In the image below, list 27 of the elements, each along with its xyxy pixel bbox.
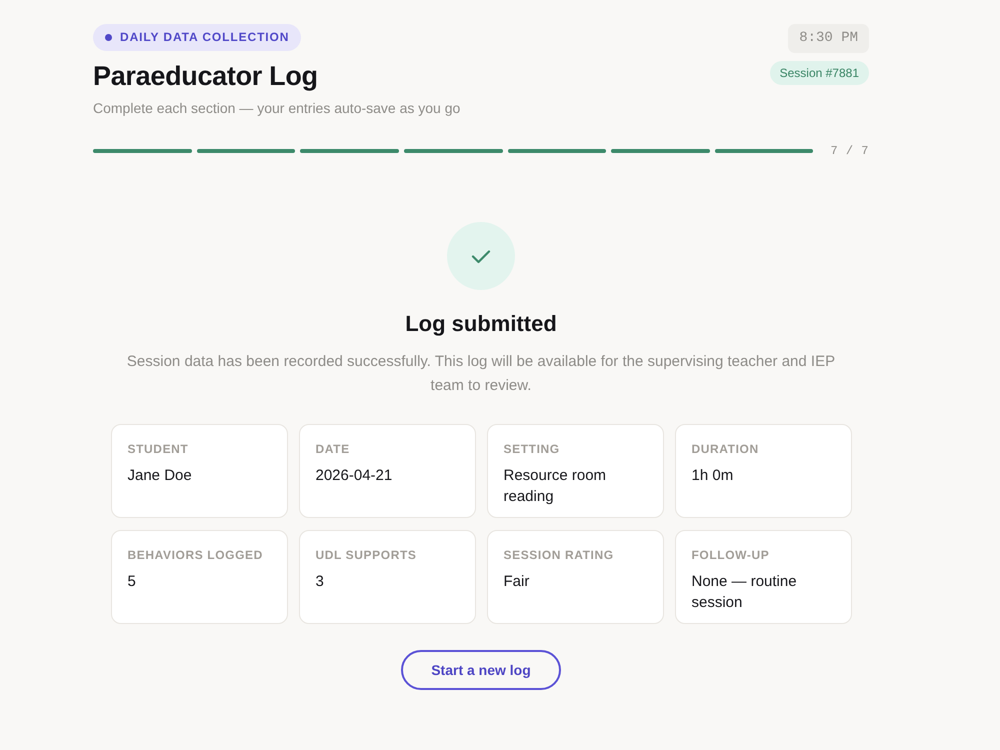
summary-value: 3 <box>316 572 325 592</box>
summary-value: 2026-04-21 <box>316 466 394 486</box>
page-subtitle: Complete each section — your entries auto-save as you go <box>93 99 460 117</box>
start-new-log-button[interactable]: Start a new log <box>401 650 561 690</box>
summary-value: 5 <box>128 572 137 592</box>
summary-value: 1h 0m <box>692 466 734 486</box>
confirmation-message: Session data has been recorded successfully. This log will be available for the supervising teacher and IEP team to review. <box>126 352 836 396</box>
summary-value: Resource room reading <box>504 466 608 507</box>
summary-label: SESSION RATING <box>504 548 615 562</box>
summary-label: UDL SUPPORTS <box>316 548 418 562</box>
summary-label: STUDENT <box>128 442 190 456</box>
summary-value: Fair <box>504 572 530 592</box>
confirmation-title: Log submitted <box>405 310 557 338</box>
clock-time: 8:30 PM <box>788 24 869 53</box>
category-label: DAILY DATA COLLECTION <box>120 29 290 46</box>
summary-label: FOLLOW-UP <box>692 548 770 562</box>
step-counter: 7 / 7 <box>830 143 869 160</box>
status-dot-icon <box>105 34 112 41</box>
summary-label: BEHAVIORS LOGGED <box>128 548 264 562</box>
session-badge: Session #7881 <box>770 61 869 85</box>
summary-label: DATE <box>316 442 351 456</box>
success-check-icon <box>447 222 515 290</box>
page-title: Paraeducator Log <box>93 60 319 93</box>
summary-value: None — routine session <box>692 572 798 613</box>
summary-label: DURATION <box>692 442 760 456</box>
summary-label: SETTING <box>504 442 561 456</box>
summary-value: Jane Doe <box>128 466 193 486</box>
